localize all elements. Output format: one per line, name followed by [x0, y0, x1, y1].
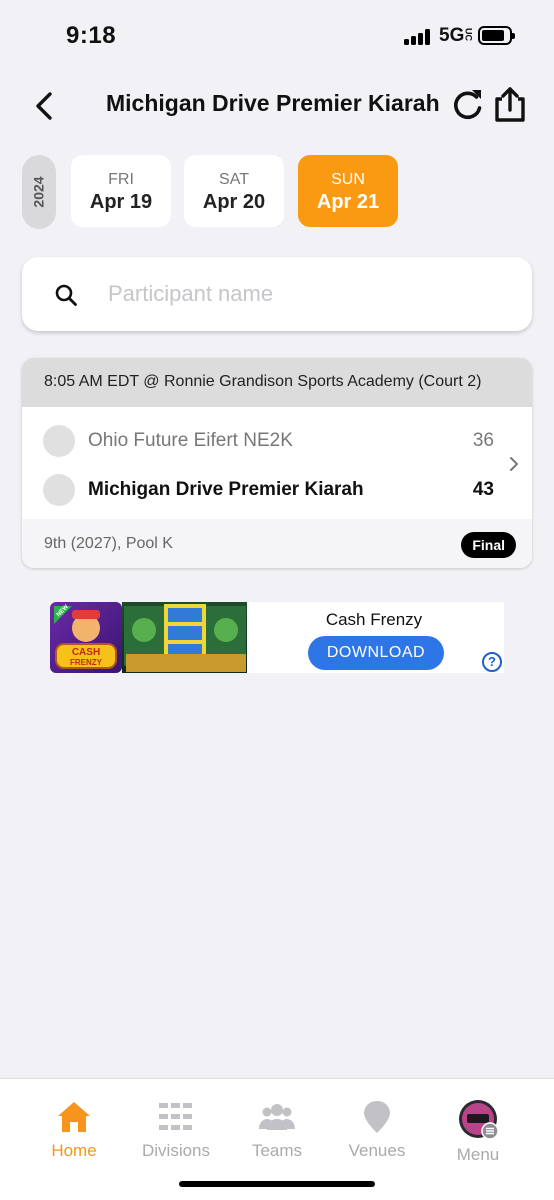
- team-row: Michigan Drive Premier Kiarah 43: [22, 469, 532, 509]
- ad-logo-bottom: FRENZY: [70, 658, 103, 667]
- network-type: 5GUC: [439, 25, 474, 46]
- ad-info-icon[interactable]: ?: [482, 652, 502, 672]
- divisions-icon: [159, 1103, 192, 1130]
- day-of-week: SAT: [219, 171, 249, 188]
- game-card[interactable]: 8:05 AM EDT @ Ronnie Grandison Sports Ac…: [22, 358, 532, 568]
- nav-teams[interactable]: Teams: [227, 1099, 327, 1169]
- nav-label: Divisions: [141, 1141, 211, 1160]
- nav-home[interactable]: Home: [24, 1099, 124, 1169]
- date-tab-fri[interactable]: FRI Apr 19: [71, 155, 171, 227]
- teams-icon: [259, 1104, 295, 1130]
- date-tab-sat[interactable]: SAT Apr 20: [184, 155, 284, 227]
- team-name: Ohio Future Eifert NE2K: [88, 430, 293, 451]
- day-date: Apr 20: [202, 191, 266, 213]
- home-icon: [58, 1102, 90, 1132]
- game-footer: 9th (2027), Pool K Final: [22, 519, 532, 568]
- day-date: Apr 19: [89, 191, 153, 213]
- nav-label: Menu: [456, 1145, 500, 1164]
- back-button[interactable]: [28, 86, 64, 126]
- venues-icon: [364, 1101, 390, 1133]
- status-time: 9:18: [66, 22, 117, 49]
- cellular-signal-icon: [404, 29, 434, 45]
- nav-label: Venues: [348, 1141, 406, 1160]
- ad-logo-top: CASH: [72, 647, 100, 658]
- share-icon: [495, 87, 525, 122]
- nav-label: Teams: [251, 1141, 303, 1160]
- division-pool: 9th (2027), Pool K: [44, 535, 173, 552]
- page-title: Michigan Drive Premier Kiarah: [106, 90, 440, 116]
- home-indicator: [179, 1181, 375, 1187]
- status-badge: Final: [461, 532, 516, 558]
- nav-menu[interactable]: Menu: [428, 1099, 528, 1169]
- date-tab-sun[interactable]: SUN Apr 21: [298, 155, 398, 227]
- participant-search-input[interactable]: [108, 275, 508, 313]
- year-label: 2024: [22, 155, 56, 229]
- nav-venues[interactable]: Venues: [327, 1099, 427, 1169]
- refresh-icon: [454, 90, 482, 120]
- day-of-week: FRI: [108, 171, 134, 188]
- team-logo-placeholder: [43, 474, 75, 506]
- ad-title: Cash Frenzy: [325, 610, 423, 629]
- search-bar: [22, 257, 532, 331]
- refresh-button[interactable]: [450, 86, 486, 122]
- team-logo-placeholder: [43, 425, 75, 457]
- team-row: Ohio Future Eifert NE2K 36: [22, 420, 532, 460]
- ad-banner[interactable]: NEW CASH FRENZY Cash Frenzy DOWNLOAD ?: [50, 602, 504, 673]
- battery-icon: [478, 26, 515, 45]
- nav-divisions[interactable]: Divisions: [126, 1099, 226, 1169]
- team-score: 36: [472, 430, 494, 451]
- day-date: Apr 21: [316, 191, 380, 213]
- day-of-week: SUN: [331, 171, 365, 188]
- team-score: 43: [472, 479, 494, 500]
- share-button[interactable]: [492, 84, 528, 124]
- status-bar: 9:18 5GUC: [0, 0, 554, 70]
- chevron-left-icon: [36, 92, 52, 120]
- ad-download-button[interactable]: DOWNLOAD: [308, 636, 444, 670]
- ad-image[interactable]: NEW CASH FRENZY: [50, 602, 247, 673]
- game-time-venue: 8:05 AM EDT @ Ronnie Grandison Sports Ac…: [22, 358, 532, 407]
- menu-avatar-icon: [459, 1100, 498, 1139]
- team-name: Michigan Drive Premier Kiarah: [88, 479, 364, 500]
- chevron-right-icon: [510, 457, 518, 471]
- nav-label: Home: [51, 1141, 97, 1160]
- page-header: Michigan Drive Premier Kiarah: [0, 80, 554, 130]
- search-icon: [55, 284, 77, 306]
